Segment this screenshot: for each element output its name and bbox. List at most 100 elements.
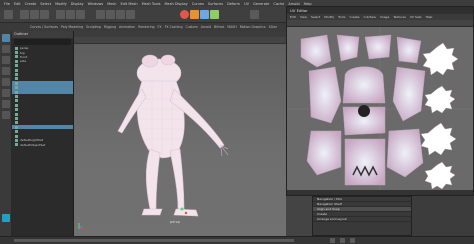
menu-item[interactable]: Cache bbox=[273, 2, 284, 6]
shelf-tab[interactable]: Bifrost bbox=[214, 25, 224, 29]
render-settings-icon[interactable] bbox=[200, 10, 209, 19]
play-back-button[interactable] bbox=[330, 238, 335, 243]
outliner-row-label: defaultObjectSet bbox=[20, 142, 46, 147]
uv-menu-item[interactable]: UV Sets bbox=[410, 15, 422, 19]
menu-item[interactable]: Select bbox=[40, 2, 51, 6]
shelf-tab[interactable]: Poly Modeling bbox=[61, 25, 83, 29]
node-icon bbox=[15, 143, 18, 147]
uv-menu-item[interactable]: View bbox=[300, 15, 307, 19]
menu-item[interactable]: Mesh bbox=[107, 2, 116, 6]
outliner-row-label: persp bbox=[20, 46, 29, 51]
shelf-tab[interactable]: XGen bbox=[269, 25, 278, 29]
outliner-row[interactable]: defaultObjectSet bbox=[12, 143, 73, 147]
menu-item[interactable]: Edit Mesh bbox=[120, 2, 137, 6]
menu-item[interactable]: Mesh Tools bbox=[142, 2, 161, 6]
menu-item[interactable]: Generate bbox=[253, 2, 269, 6]
scale-tool-icon[interactable] bbox=[2, 89, 10, 97]
shelf-tab[interactable]: Motion Graphics bbox=[240, 25, 266, 29]
node-icon bbox=[15, 121, 18, 125]
snap-curve-icon[interactable] bbox=[106, 10, 115, 19]
toolkit-section[interactable]: Arrange and Layout bbox=[313, 217, 411, 222]
node-icon bbox=[15, 112, 18, 116]
time-range-bar[interactable] bbox=[14, 239, 294, 242]
uv-menu-item[interactable]: Cut/Sew bbox=[364, 15, 376, 19]
open-scene-icon[interactable] bbox=[30, 10, 39, 19]
node-icon bbox=[15, 130, 18, 134]
render-icon[interactable] bbox=[180, 10, 189, 19]
menu-item[interactable]: Modify bbox=[55, 2, 67, 6]
frog-model[interactable] bbox=[104, 49, 264, 224]
menu-item[interactable]: Deform bbox=[227, 2, 240, 6]
sign-in-icon[interactable] bbox=[250, 10, 259, 19]
shelf-tab[interactable]: FX Caching bbox=[165, 25, 183, 29]
shelf-tab[interactable]: Curves / Surfaces bbox=[30, 25, 58, 29]
mode-selector[interactable] bbox=[4, 10, 13, 19]
shelf-tab[interactable]: Sculpting bbox=[86, 25, 101, 29]
node-icon bbox=[15, 77, 18, 81]
uv-menu-item[interactable]: Create bbox=[350, 15, 360, 19]
perspective-viewport[interactable]: persp bbox=[74, 31, 286, 236]
step-forward-button[interactable] bbox=[350, 238, 355, 243]
camera-label: persp bbox=[170, 220, 180, 224]
paint-select-icon[interactable] bbox=[2, 56, 10, 64]
node-icon bbox=[15, 125, 18, 129]
move-tool-icon[interactable] bbox=[2, 67, 10, 75]
snap-grid-icon[interactable] bbox=[96, 10, 105, 19]
menu-item[interactable]: Curves bbox=[192, 2, 204, 6]
uv-menu-item[interactable]: Tools bbox=[338, 15, 345, 19]
node-icon bbox=[15, 64, 18, 68]
menu-item[interactable]: UV bbox=[244, 2, 249, 6]
outliner-title: Outliner bbox=[12, 31, 73, 38]
menu-item[interactable]: Display bbox=[71, 2, 84, 6]
shelf-tab[interactable]: Rigging bbox=[104, 25, 116, 29]
shelf-tab[interactable]: Arnold bbox=[201, 25, 211, 29]
node-icon bbox=[15, 59, 18, 63]
time-slider[interactable] bbox=[0, 236, 474, 244]
uv-shells[interactable] bbox=[287, 27, 473, 191]
uv-menu-item[interactable]: Image bbox=[380, 15, 389, 19]
rotate-tool-icon[interactable] bbox=[2, 78, 10, 86]
menu-item[interactable]: Help bbox=[304, 2, 312, 6]
shelf-tab[interactable]: MASH bbox=[227, 25, 236, 29]
menu-item[interactable]: Windows bbox=[88, 2, 104, 6]
shelf-tab[interactable]: Custom bbox=[185, 25, 197, 29]
select-component-icon[interactable] bbox=[76, 10, 85, 19]
outliner-row-label: defaultLightSet bbox=[20, 138, 43, 143]
node-icon bbox=[15, 73, 18, 77]
shelf-tab[interactable]: Animation bbox=[119, 25, 135, 29]
new-scene-icon[interactable] bbox=[20, 10, 29, 19]
snap-point-icon[interactable] bbox=[116, 10, 125, 19]
menu-item[interactable]: Create bbox=[25, 2, 37, 6]
outliner-search-input[interactable] bbox=[14, 39, 71, 45]
uv-grid[interactable] bbox=[287, 27, 473, 191]
select-tool-icon[interactable] bbox=[2, 34, 10, 42]
save-scene-icon[interactable] bbox=[40, 10, 49, 19]
uv-menu-item[interactable]: Select bbox=[311, 15, 320, 19]
select-hierarchy-icon[interactable] bbox=[56, 10, 65, 19]
node-icon bbox=[15, 103, 18, 107]
layout-four-icon[interactable] bbox=[2, 111, 10, 119]
menu-item[interactable]: Surfaces bbox=[208, 2, 223, 6]
menu-item[interactable]: Mesh Display bbox=[165, 2, 188, 6]
menu-item[interactable]: File bbox=[4, 2, 10, 6]
shelf-tab[interactable]: Rendering bbox=[138, 25, 154, 29]
node-icon bbox=[15, 86, 18, 90]
axis-gizmo bbox=[78, 223, 85, 230]
uv-menu-item[interactable]: Edit bbox=[290, 15, 296, 19]
uv-menu-item[interactable]: Textures bbox=[393, 15, 406, 19]
hypershade-icon[interactable] bbox=[210, 10, 219, 19]
ipr-render-icon[interactable] bbox=[190, 10, 199, 19]
shelf-tab[interactable]: FX bbox=[158, 25, 162, 29]
node-icon bbox=[15, 134, 18, 138]
menu-item[interactable]: Edit bbox=[14, 2, 21, 6]
layout-single-icon[interactable] bbox=[2, 100, 10, 108]
select-object-icon[interactable] bbox=[66, 10, 75, 19]
lasso-tool-icon[interactable] bbox=[2, 45, 10, 53]
uv-menu-item[interactable]: Help bbox=[426, 15, 433, 19]
play-forward-button[interactable] bbox=[340, 238, 345, 243]
maya-logo-icon bbox=[2, 214, 10, 222]
snap-view-icon[interactable] bbox=[126, 10, 135, 19]
node-icon bbox=[15, 51, 18, 55]
uv-menu-item[interactable]: Modify bbox=[324, 15, 334, 19]
menu-item[interactable]: Arnold bbox=[288, 2, 299, 6]
